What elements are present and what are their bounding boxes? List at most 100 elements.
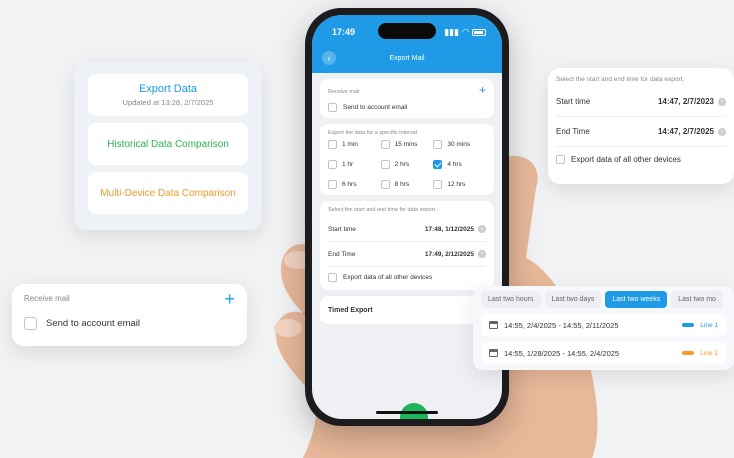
interval-label: 8 hrs — [394, 181, 410, 188]
receive-mail-popout: Receive mail + Send to account email — [12, 284, 247, 346]
record-range: 14:55, 1/28/2025 - 14:55, 2/4/2025 — [504, 348, 620, 358]
send-account-label: Send to account email — [343, 104, 408, 111]
interval-checkbox[interactable] — [433, 160, 443, 169]
interval-label: 30 mins — [447, 141, 471, 148]
export-data-item[interactable]: Export Data Updated at 13:28, 2/7/2025 — [88, 74, 248, 116]
export-data-label: Export Data — [138, 83, 198, 95]
receive-mail-label: Receive mail — [24, 294, 70, 303]
battery-icon — [472, 28, 486, 36]
interval-checkbox[interactable] — [380, 160, 390, 169]
receive-mail-card: Receive mail + Send to account email — [320, 79, 494, 118]
multi-device-comparison-item[interactable]: Multi-Device Data Comparison — [88, 172, 248, 214]
range-tab[interactable]: Last two days — [544, 291, 602, 308]
other-devices-checkbox[interactable] — [328, 273, 337, 282]
chevron-left-icon: ‹ — [327, 53, 331, 63]
range-records: 14:55, 2/4/2025 - 14:55, 2/11/2025 Line 1… — [481, 314, 726, 364]
send-account-label: Send to account email — [46, 318, 141, 329]
interval-checkbox[interactable] — [433, 180, 443, 189]
interval-option[interactable]: 12 hrs — [433, 180, 486, 189]
end-time-value: 14:47, 2/7/2025 — [657, 127, 714, 136]
back-button[interactable]: ‹ — [322, 51, 336, 65]
interval-label: 2 hrs — [394, 161, 410, 168]
other-devices-checkbox[interactable] — [556, 155, 565, 164]
start-time-value: 17:48, 1/12/2025 — [424, 225, 474, 233]
end-time-row[interactable]: End Time 14:47, 2/7/2025 › — [556, 117, 726, 147]
nav-bar: ‹ Export Mail — [312, 49, 502, 67]
receive-mail-label: Receive mail — [328, 89, 360, 95]
calendar-icon — [489, 349, 498, 357]
interval-options: 1 min 15 mins 30 mins 1 hr 2 hrs 4 hrs 6 hrs 8 … — [328, 140, 486, 189]
interval-label: 4 hrs — [447, 161, 462, 168]
chevron-right-icon: › — [718, 127, 726, 136]
historical-comparison-label: Historical Data Comparison — [107, 138, 229, 150]
interval-option[interactable]: 1 hr — [328, 160, 381, 169]
range-card: Select the start and end time for data e… — [320, 201, 494, 290]
quick-range-popout: Last two hours Last two days Last two week… — [473, 286, 734, 370]
interval-label: 1 hr — [342, 161, 354, 168]
line-name: Line 1 — [700, 321, 718, 329]
range-tabs: Last two hours Last two days Last two week… — [481, 291, 726, 308]
updated-label: Updated at 13:28, 2/7/2025 — [122, 98, 214, 107]
end-time-row[interactable]: End Time 17:49, 2/12/2025 › — [328, 242, 486, 267]
end-time-label: End Time — [328, 250, 356, 258]
range-tab[interactable]: Last two weeks — [605, 291, 668, 308]
range-title: Select the start and end time for data e… — [556, 76, 685, 83]
home-indicator — [376, 411, 438, 414]
timed-export-label: Timed Export — [328, 306, 373, 314]
interval-checkbox[interactable] — [328, 160, 337, 169]
range-tab[interactable]: Last two mo — [671, 291, 723, 308]
chevron-right-icon: › — [478, 225, 486, 233]
interval-checkbox[interactable] — [328, 140, 337, 149]
send-account-checkbox[interactable] — [24, 317, 37, 330]
line-name: Line 2 — [700, 349, 718, 357]
interval-checkbox[interactable] — [328, 180, 337, 189]
chevron-right-icon: › — [478, 250, 486, 258]
add-mail-icon[interactable]: + — [479, 84, 486, 96]
interval-label: 1 min — [342, 141, 358, 148]
interval-option[interactable]: 4 hrs — [433, 160, 486, 169]
timed-export-card: Timed Export — [320, 296, 494, 324]
app-header: 17:49 ▮▮▮ ◠ ‹ Export Mail — [312, 15, 502, 73]
interval-option[interactable]: 1 min — [328, 140, 381, 149]
send-account-checkbox[interactable] — [328, 103, 337, 112]
interval-option[interactable]: 2 hrs — [380, 160, 434, 169]
start-time-row[interactable]: Start time 17:48, 1/12/2025 › — [328, 217, 486, 242]
status-bar: 17:49 ▮▮▮ ◠ — [332, 25, 486, 39]
start-time-label: Start time — [328, 225, 356, 233]
start-time-label: Start time — [556, 97, 591, 106]
signal-icon: ▮▮▮ — [444, 26, 460, 37]
interval-option[interactable]: 6 hrs — [328, 180, 381, 189]
line-color-swatch — [682, 351, 695, 355]
interval-label: 15 mins — [394, 141, 418, 148]
interval-label: 6 hrs — [342, 181, 357, 188]
interval-option[interactable]: 15 mins — [380, 140, 434, 149]
add-mail-icon[interactable]: + — [224, 290, 235, 308]
calendar-icon — [489, 321, 498, 329]
end-time-label: End Time — [556, 127, 590, 136]
page-title: Export Mail — [389, 54, 425, 62]
export-menu-card: Export Data Updated at 13:28, 2/7/2025 H… — [74, 62, 262, 230]
line-color-swatch — [682, 323, 695, 327]
interval-checkbox[interactable] — [380, 180, 390, 189]
interval-option[interactable]: 30 mins — [433, 140, 486, 149]
start-time-value: 14:47, 2/7/2023 — [657, 97, 714, 106]
start-time-row[interactable]: Start time 14:47, 2/7/2023 › — [556, 87, 726, 117]
record-range: 14:55, 2/4/2025 - 14:55, 2/11/2025 — [504, 320, 619, 330]
interval-card: Export the data for a specific interval … — [320, 124, 494, 195]
interval-title: Export the data for a specific interval — [328, 130, 417, 136]
range-title: Select the start and end time for data e… — [328, 207, 437, 213]
interval-checkbox[interactable] — [433, 140, 443, 149]
historical-comparison-item[interactable]: Historical Data Comparison — [88, 123, 248, 165]
range-record[interactable]: 14:55, 1/28/2025 - 14:55, 2/4/2025 Line 2 — [481, 342, 726, 364]
other-devices-label: Export data of all other devices — [343, 274, 433, 281]
other-devices-label: Export data of all other devices — [571, 155, 681, 164]
range-tab[interactable]: Last two hours — [481, 291, 541, 308]
interval-option[interactable]: 8 hrs — [380, 180, 434, 189]
time-range-popout: Select the start and end time for data e… — [548, 68, 734, 184]
interval-checkbox[interactable] — [380, 140, 390, 149]
wifi-icon: ◠ — [462, 26, 469, 37]
status-time: 17:49 — [332, 27, 356, 37]
interval-label: 12 hrs — [447, 181, 466, 188]
range-record[interactable]: 14:55, 2/4/2025 - 14:55, 2/11/2025 Line 1 — [481, 314, 726, 336]
end-time-value: 17:49, 2/12/2025 — [424, 250, 474, 258]
